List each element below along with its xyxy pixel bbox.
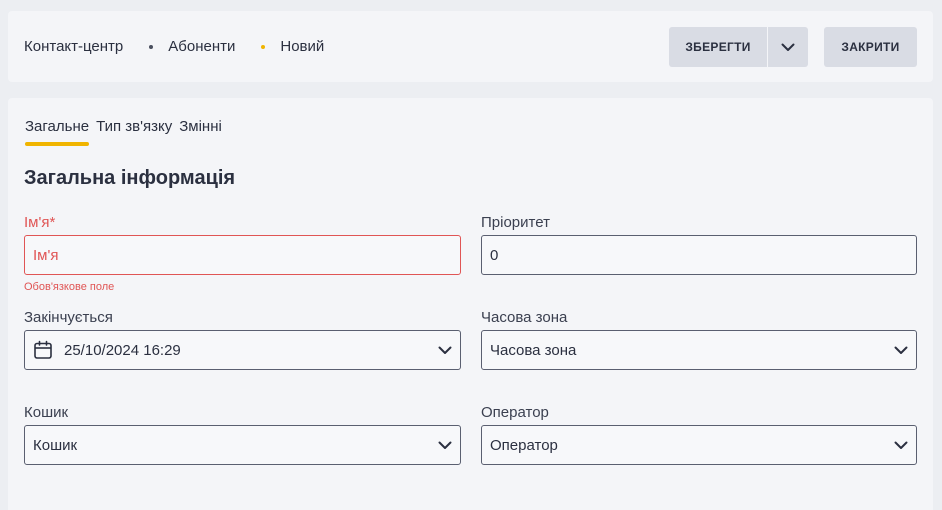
operator-value: Оператор (490, 436, 558, 454)
timezone-label: Часова зона (481, 309, 568, 326)
ends-value: 25/10/2024 16:29 (64, 341, 181, 359)
breadcrumb-item-new: Новий (280, 38, 325, 55)
calendar-icon (34, 340, 52, 359)
priority-input[interactable]: 0 (481, 235, 917, 275)
breadcrumb-item-subscribers[interactable]: Абоненти (168, 38, 235, 55)
close-button[interactable]: ЗАКРИТИ (824, 27, 917, 67)
priority-label: Пріоритет (481, 214, 550, 231)
timezone-value: Часова зона (490, 341, 577, 359)
bucket-label: Кошик (24, 404, 69, 421)
name-placeholder: Ім'я (33, 246, 59, 264)
priority-value: 0 (490, 246, 499, 264)
name-input[interactable]: Ім'я (24, 235, 461, 275)
chevron-down-icon (894, 441, 908, 449)
ends-datetime-picker[interactable]: 25/10/2024 16:29 (24, 330, 461, 370)
tab-bar: Загальне Тип зв'язку Змінні (25, 118, 229, 146)
timezone-select[interactable]: Часова зона (481, 330, 917, 370)
header: Контакт-центр Абоненти Новий ЗБЕРЕГТИ ЗА… (8, 11, 933, 82)
chevron-down-icon (438, 441, 452, 449)
save-button[interactable]: ЗБЕРЕГТИ (669, 27, 767, 67)
operator-label: Оператор (481, 404, 549, 421)
tab-general[interactable]: Загальне (25, 118, 90, 146)
breadcrumb: Контакт-центр Абоненти Новий (24, 11, 324, 82)
ends-label: Закінчується (24, 309, 113, 326)
chevron-down-icon (438, 346, 452, 354)
operator-select[interactable]: Оператор (481, 425, 917, 465)
section-title: Загальна інформація (24, 167, 236, 189)
chevron-down-icon (894, 346, 908, 354)
main-card: Загальне Тип зв'язку Змінні Загальна інф… (8, 98, 933, 510)
breadcrumb-separator-accent (261, 44, 266, 49)
breadcrumb-item-contact-center[interactable]: Контакт-центр (24, 38, 123, 55)
tab-communication-type[interactable]: Тип зв'язку (96, 118, 172, 146)
chevron-down-icon (781, 43, 795, 51)
tab-variables[interactable]: Змінні (179, 118, 222, 146)
bucket-value: Кошик (33, 436, 78, 454)
breadcrumb-separator (149, 44, 154, 49)
bucket-select[interactable]: Кошик (24, 425, 461, 465)
save-options-button[interactable] (768, 27, 808, 67)
name-label: Ім'я* (24, 214, 56, 231)
name-error-text: Обов'язкове поле (24, 281, 115, 293)
